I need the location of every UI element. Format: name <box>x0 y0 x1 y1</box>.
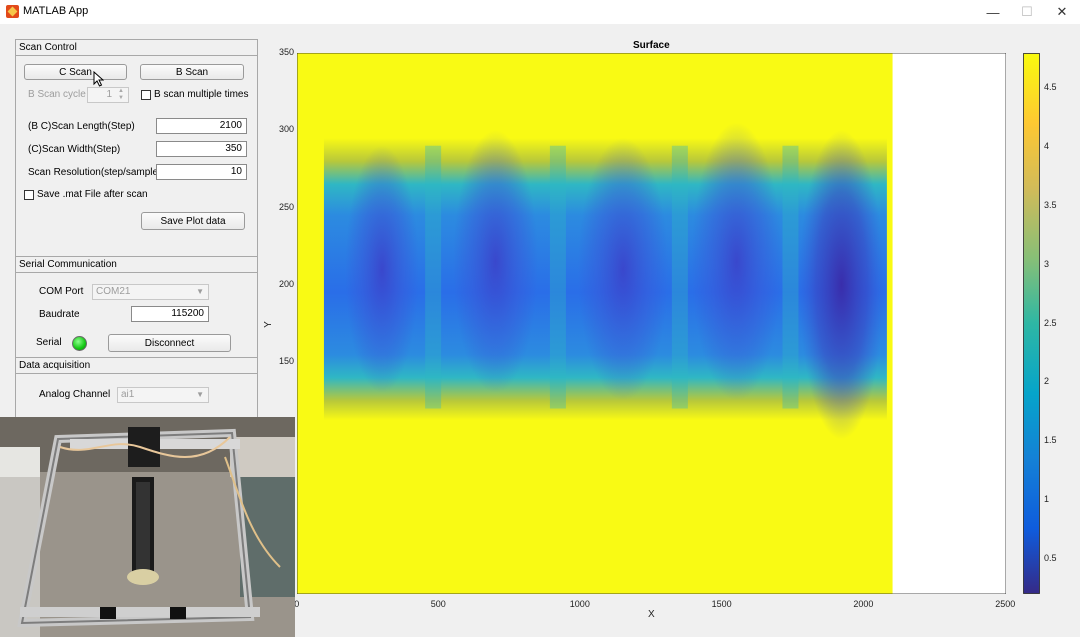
colorbar-tick-label: 1 <box>1044 493 1050 504</box>
b-scan-multiple-label: B scan multiple times <box>154 89 249 100</box>
panel-divider <box>16 55 257 56</box>
matlab-app-icon <box>6 5 19 18</box>
colorbar-tick-label: 3 <box>1044 258 1050 269</box>
panel-divider <box>16 272 257 273</box>
surface-low-region <box>452 130 539 394</box>
y-tick-label: 150 <box>279 356 295 367</box>
mouse-cursor-icon <box>93 71 104 87</box>
title-bar: MATLAB App — ☐ ✕ <box>0 0 1080 24</box>
serial-communication-title: Serial Communication <box>19 259 117 270</box>
webcam-overlay <box>0 417 295 637</box>
panel-divider <box>16 373 257 374</box>
colorbar-tick-label: 4 <box>1044 141 1050 152</box>
scanner-photo-illustration <box>0 417 295 637</box>
colorbar-tick-label: 2 <box>1044 376 1050 387</box>
colorbar-tick-label: 0.5 <box>1044 552 1057 563</box>
surface-seam <box>671 145 688 409</box>
x-tick-label: 0 <box>294 599 300 609</box>
scan-width-label: (C)Scan Width(Step) <box>28 144 121 155</box>
surface-plot[interactable] <box>297 53 1006 594</box>
baudrate-label: Baudrate <box>39 309 80 320</box>
scan-length-field[interactable]: 2100 <box>156 118 247 134</box>
com-port-dropdown[interactable]: COM21 ▼ <box>92 284 209 300</box>
window-title: MATLAB App <box>23 5 89 17</box>
x-tick-label: 2000 <box>853 599 874 609</box>
scan-length-label: (B C)Scan Length(Step) <box>28 121 135 132</box>
chevron-down-icon: ▼ <box>196 287 204 296</box>
y-tick-label: 250 <box>279 201 295 212</box>
x-tick-label: 1000 <box>569 599 590 609</box>
com-port-label: COM Port <box>39 286 84 297</box>
serial-label: Serial <box>36 337 62 348</box>
colorbar-tick-label: 3.5 <box>1044 199 1057 210</box>
y-tick-label: 200 <box>279 278 295 289</box>
colorbar-tick-label: 4.5 <box>1044 82 1057 93</box>
scan-control-title: Scan Control <box>19 42 77 53</box>
plot-title: Surface <box>633 40 670 51</box>
scan-resolution-label: Scan Resolution(step/sample) <box>28 167 162 178</box>
c-scan-button[interactable]: C Scan <box>24 64 127 80</box>
com-port-value: COM21 <box>96 286 131 297</box>
surface-seam <box>425 145 442 409</box>
analog-channel-value: ai1 <box>121 389 135 400</box>
save-plot-data-button[interactable]: Save Plot data <box>141 212 245 230</box>
serial-status-lamp <box>72 336 87 351</box>
x-tick-label: 1500 <box>711 599 732 609</box>
surface-low-region <box>798 130 885 440</box>
y-tick-label: 350 <box>279 47 295 57</box>
colorbar <box>1023 53 1040 594</box>
minimize-button[interactable]: — <box>976 0 1010 24</box>
close-button[interactable]: ✕ <box>1045 0 1079 24</box>
x-tick-label: 2500 <box>995 599 1016 609</box>
surface-low-region <box>345 145 419 394</box>
b-scan-multiple-checkbox[interactable] <box>141 90 151 100</box>
save-mat-label: Save .mat File after scan <box>37 189 148 200</box>
save-mat-checkbox[interactable] <box>24 190 34 200</box>
baudrate-field[interactable]: 115200 <box>131 306 209 322</box>
scan-resolution-field[interactable]: 10 <box>156 164 247 180</box>
surface-seam <box>549 145 566 409</box>
disconnect-button[interactable]: Disconnect <box>108 334 231 352</box>
colorbar-tick-label: 1.5 <box>1044 435 1057 446</box>
y-tick-label: 300 <box>279 124 295 135</box>
data-acquisition-title: Data acquisition <box>19 360 91 371</box>
scan-width-field[interactable]: 350 <box>156 141 247 157</box>
b-scan-cycle-spinner[interactable]: 1 ▲ ▼ <box>87 87 129 103</box>
b-scan-cycle-label: B Scan cycle <box>28 89 86 100</box>
analog-channel-dropdown[interactable]: ai1 ▼ <box>117 387 209 403</box>
colorbar-tick-label: 2.5 <box>1044 317 1057 328</box>
b-scan-button[interactable]: B Scan <box>140 64 244 80</box>
x-tick-label: 500 <box>430 599 446 609</box>
spinner-arrows-icon[interactable]: ▲ ▼ <box>115 88 127 102</box>
x-axis-label: X <box>648 609 655 620</box>
surface-seam <box>782 145 799 409</box>
analog-channel-label: Analog Channel <box>39 389 111 400</box>
surface-image <box>297 53 893 594</box>
surface-low-region <box>577 138 669 401</box>
chevron-down-icon: ▼ <box>196 390 204 399</box>
y-axis-label: Y <box>262 321 274 328</box>
surface-low-region <box>691 122 782 401</box>
maximize-button[interactable]: ☐ <box>1010 0 1044 24</box>
b-scan-cycle-value: 1 <box>106 89 112 100</box>
